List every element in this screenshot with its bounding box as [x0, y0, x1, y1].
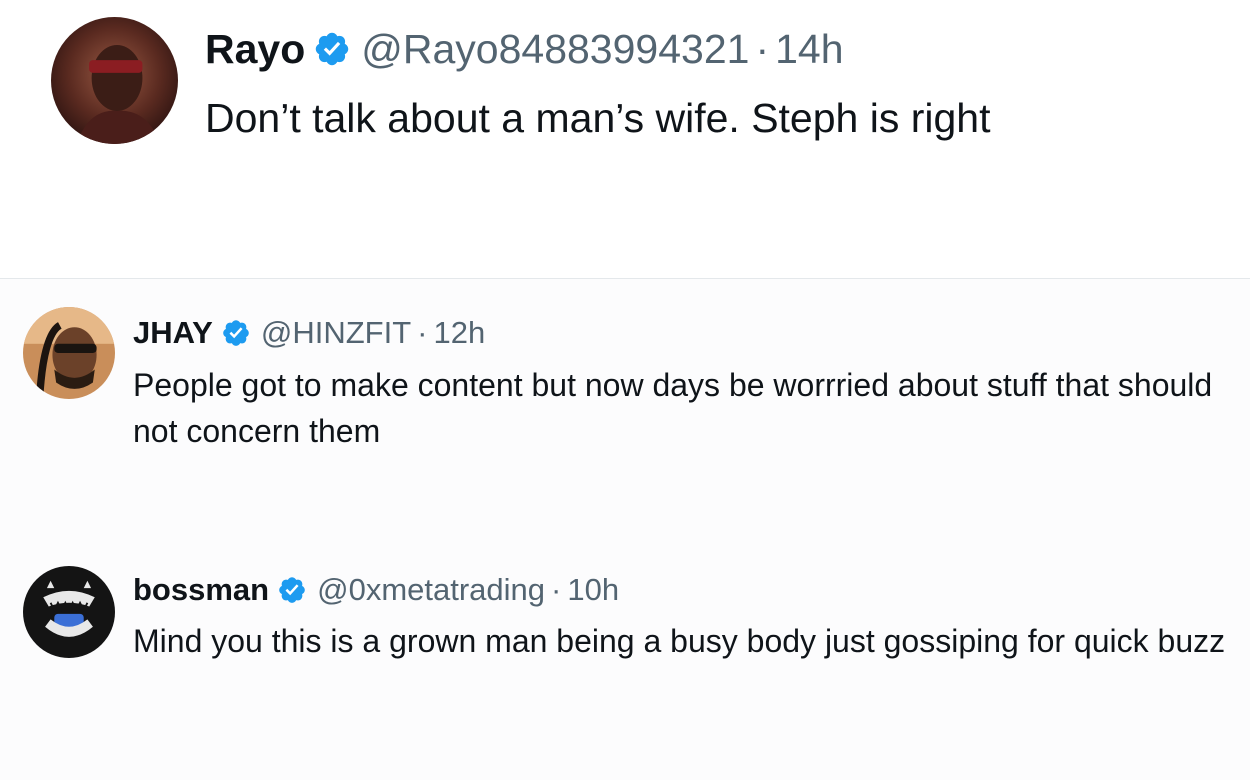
tweet-text: Don’t talk about a man’s wife. Steph is …: [205, 95, 991, 141]
reply-feed: Rayo @Rayo84883994321 · 14h Don’t talk a…: [0, 0, 1250, 780]
timestamp[interactable]: 12h: [433, 315, 485, 351]
timestamp[interactable]: 14h: [775, 26, 843, 73]
avatar-rayo-image: [51, 17, 178, 144]
avatar-bossman[interactable]: [23, 566, 115, 658]
handle[interactable]: @Rayo84883994321: [361, 26, 749, 73]
avatar-bossman-image: [23, 566, 115, 658]
avatar-jhay[interactable]: [23, 307, 115, 399]
tweet-text: Mind you this is a grown man being a bus…: [133, 623, 1226, 659]
tweet-header: bossman @0xmetatrading · 10h: [133, 569, 619, 611]
tweet-rayo[interactable]: Rayo @Rayo84883994321 · 14h Don’t talk a…: [0, 0, 1250, 278]
display-name[interactable]: bossman: [133, 572, 269, 608]
handle[interactable]: @0xmetatrading: [317, 572, 545, 608]
separator: ·: [551, 572, 562, 607]
verified-badge-icon: [313, 30, 351, 68]
tweet-text: People got to make content but now days …: [133, 367, 1213, 449]
tweet-header: JHAY @HINZFIT · 12h: [133, 312, 485, 354]
verified-badge-icon: [221, 318, 251, 348]
avatar-jhay-image: [23, 307, 115, 399]
tweet-bossman[interactable]: bossman @0xmetatrading · 10h Mind you th…: [0, 519, 1250, 780]
tweet-jhay[interactable]: JHAY @HINZFIT · 12h People got to make c…: [0, 279, 1250, 519]
verified-badge-icon: [277, 575, 307, 605]
separator: ·: [417, 315, 428, 350]
separator: ·: [755, 25, 770, 72]
avatar-rayo[interactable]: [51, 17, 178, 144]
tweet-header: Rayo @Rayo84883994321 · 14h: [205, 22, 844, 76]
display-name[interactable]: JHAY: [133, 315, 213, 351]
timestamp[interactable]: 10h: [567, 572, 619, 608]
display-name[interactable]: Rayo: [205, 26, 305, 73]
handle[interactable]: @HINZFIT: [261, 315, 411, 351]
